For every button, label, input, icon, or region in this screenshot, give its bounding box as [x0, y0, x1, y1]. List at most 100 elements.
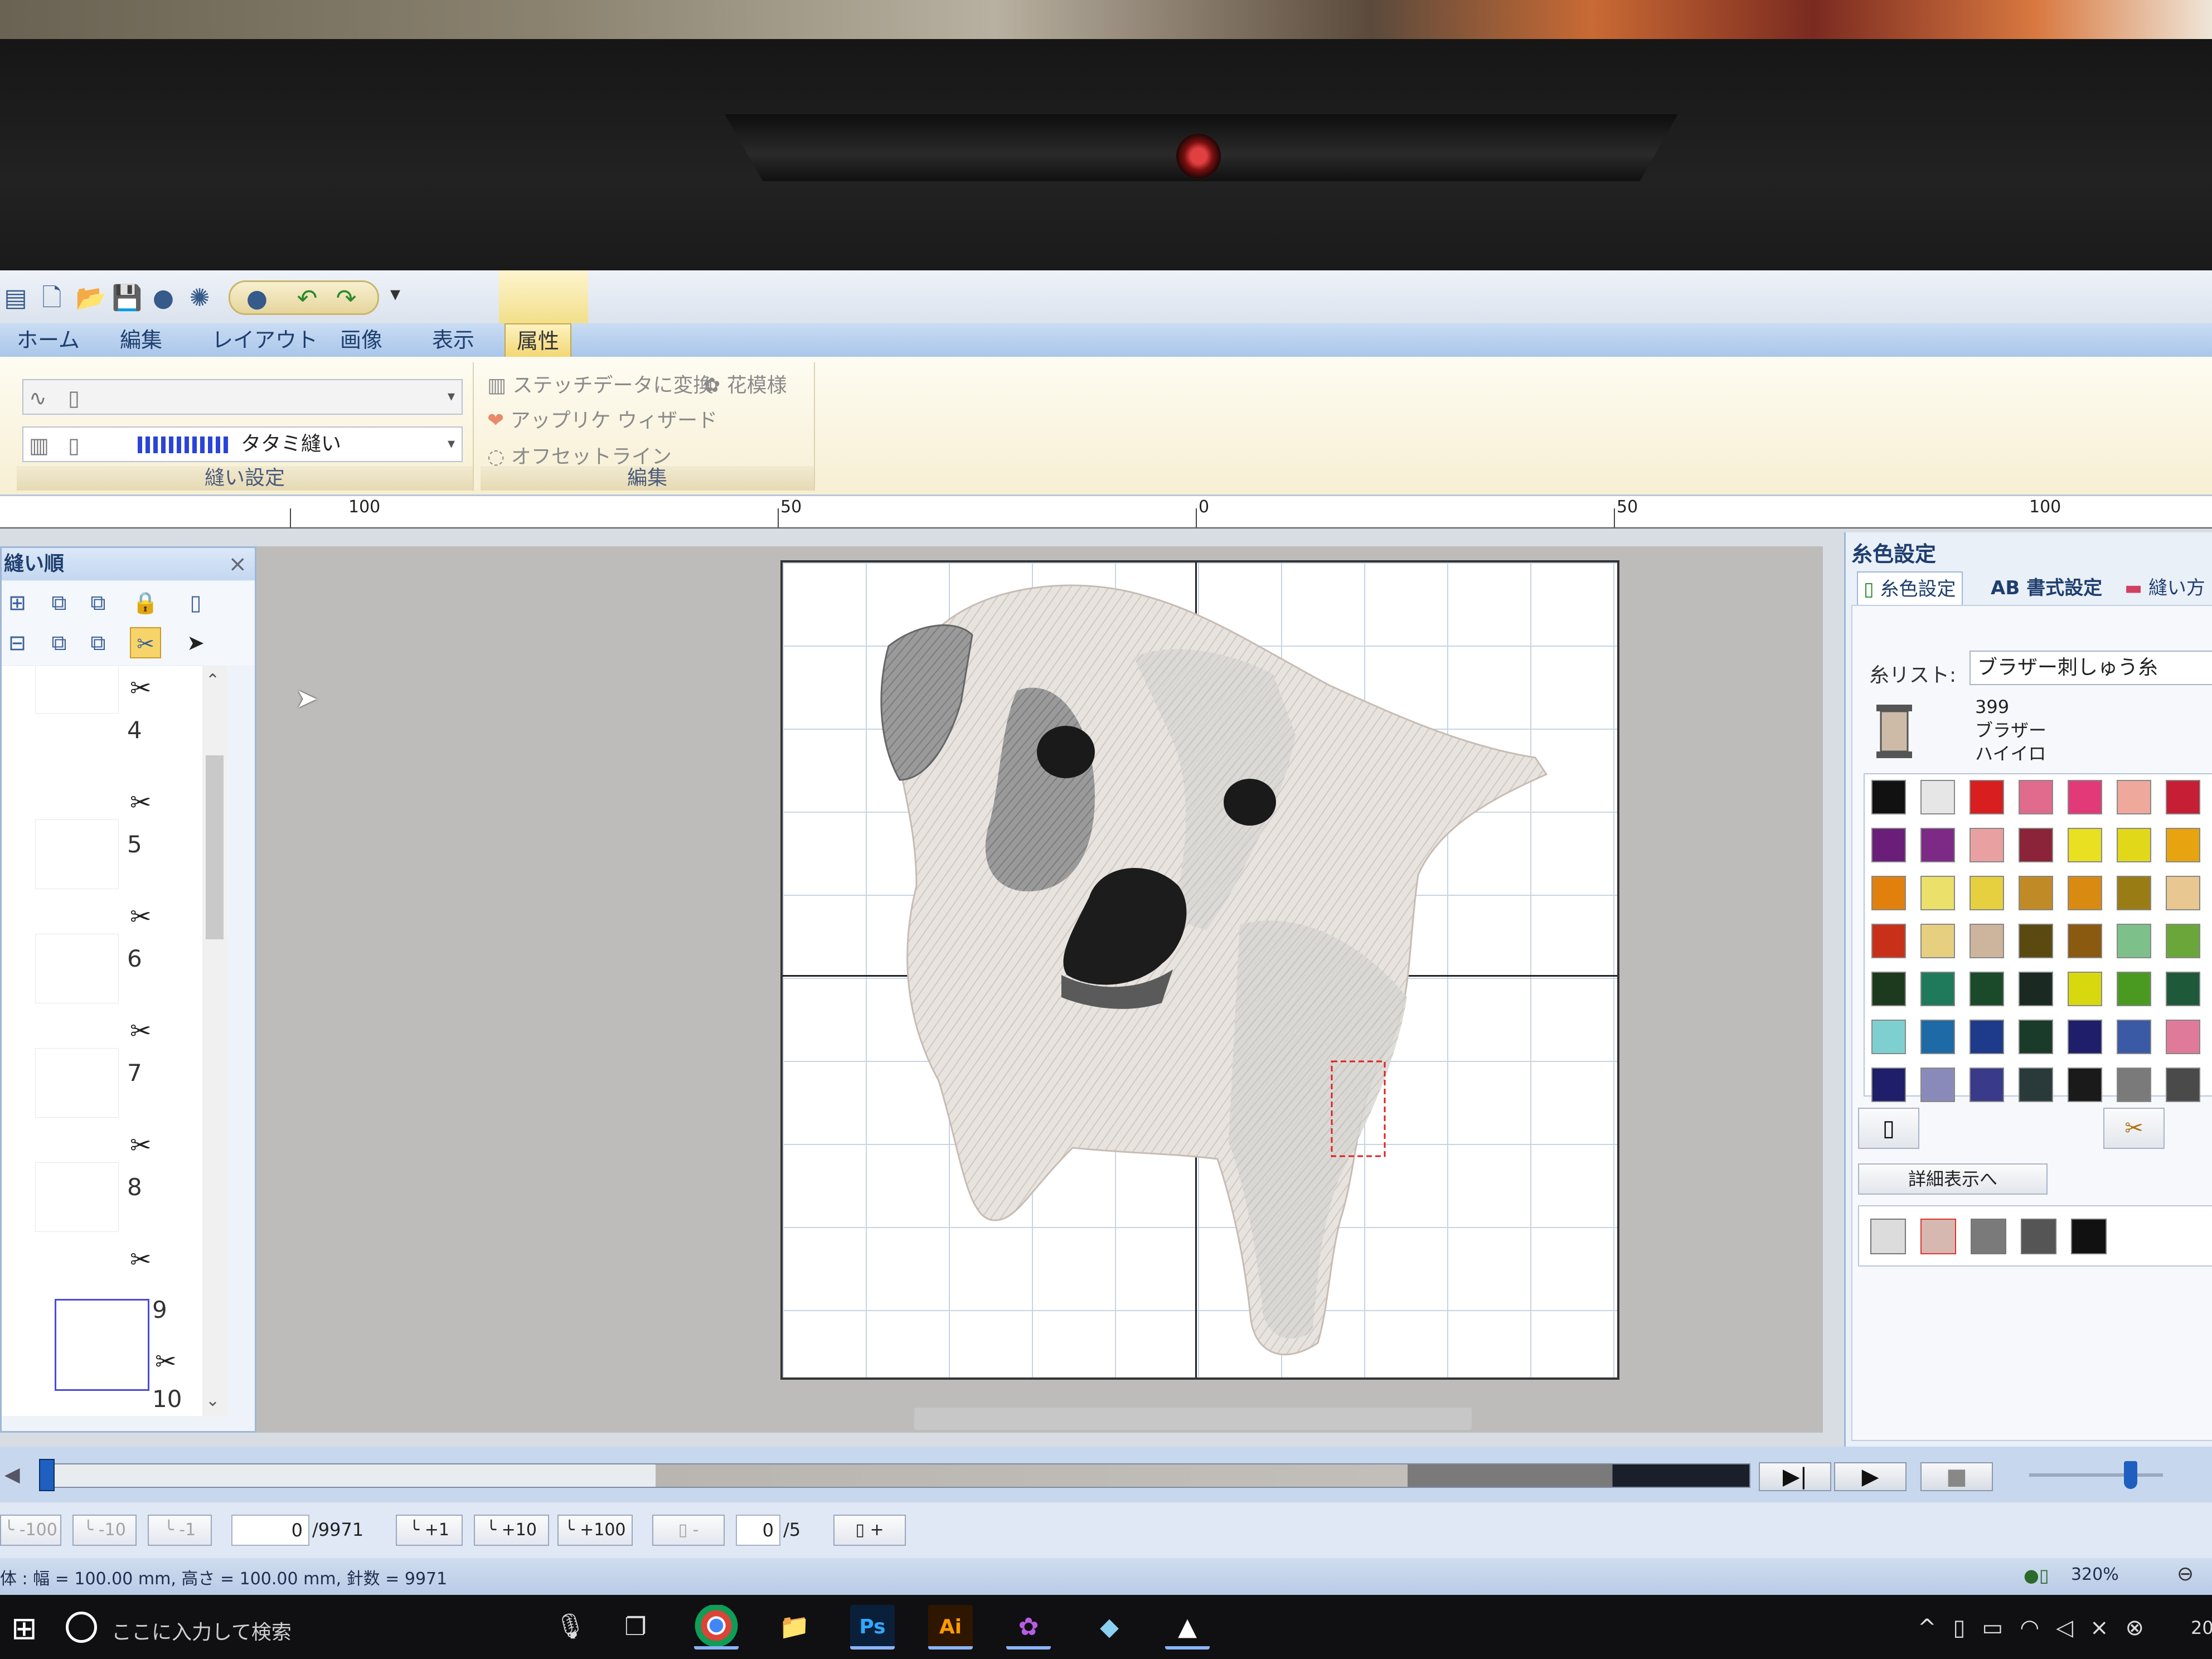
list-item[interactable]: ✂ 7 [2, 1009, 202, 1123]
chevron-left-icon[interactable]: ◀ [4, 1463, 20, 1486]
eraser-app-icon[interactable]: ◆ [1087, 1605, 1132, 1650]
thread-color-swatch[interactable] [1871, 924, 1906, 958]
tab-text-format[interactable]: AB 書式設定 [1991, 571, 2102, 605]
zoom-out-icon[interactable]: ⊖ [2177, 1563, 2194, 1585]
undo-icon[interactable]: ↶ [292, 283, 323, 314]
play-button[interactable]: ▶ [1834, 1462, 1907, 1491]
new-file-icon[interactable]: 🗋 [36, 283, 67, 314]
thread-color-swatch[interactable] [2166, 1068, 2200, 1102]
thread-color-swatch[interactable] [2068, 828, 2102, 862]
merge-icon[interactable]: ⧉ [43, 627, 75, 658]
tab-home[interactable]: ホーム [6, 323, 91, 357]
thread-color-swatch[interactable] [1920, 828, 1955, 862]
thread-color-swatch[interactable] [1920, 876, 1955, 910]
thread-color-swatch[interactable] [2117, 924, 2151, 958]
current-color-field[interactable]: 0 [736, 1515, 780, 1546]
thread-color-swatch[interactable] [1920, 924, 1955, 958]
thread-color-swatch[interactable] [1871, 1020, 1906, 1054]
thread-color-swatch[interactable] [2068, 972, 2102, 1006]
used-color-swatch[interactable] [1971, 1219, 2006, 1254]
thread-color-swatch[interactable] [2019, 780, 2053, 814]
thread-color-swatch[interactable] [2019, 972, 2053, 1006]
list-item[interactable]: ✂ 4 [2, 666, 202, 780]
view-toggle-icon[interactable]: ⊞ [2, 587, 33, 618]
tab-thread-color[interactable]: ▯ 糸色設定 [1857, 571, 1963, 605]
thread-color-swatch[interactable] [2166, 780, 2200, 814]
thread-color-swatch[interactable] [1970, 924, 2004, 958]
embroidery-app-icon[interactable]: ✿ [1006, 1605, 1051, 1650]
thread-color-swatch[interactable] [1871, 780, 1906, 814]
thread-color-swatch[interactable] [2019, 924, 2053, 958]
microphone-icon[interactable]: 🎙 [555, 1612, 586, 1641]
embroidery-hoop[interactable] [780, 560, 1619, 1380]
tab-sew-method[interactable]: ▬ 縫い方 [2124, 571, 2205, 605]
thread-color-swatch[interactable] [2117, 1020, 2151, 1054]
thread-color-swatch[interactable] [2166, 972, 2200, 1006]
task-view-icon[interactable]: ❐ [613, 1605, 658, 1650]
windows-start-icon[interactable]: ⊞ [11, 1611, 37, 1647]
photoshop-icon[interactable]: Ps [850, 1605, 895, 1650]
stitch-minus-10-button[interactable]: ╰ -10 [72, 1515, 137, 1546]
thread-color-swatch[interactable] [2117, 780, 2151, 814]
thread-color-swatch[interactable] [2019, 876, 2053, 910]
fill-sew-type-select[interactable]: ▥ ▯ タタミ縫い ▾ [22, 426, 463, 462]
speed-slider-track[interactable] [2029, 1473, 2163, 1477]
thread-color-swatch[interactable] [1970, 828, 2004, 862]
thread-color-swatch[interactable] [2068, 1020, 2102, 1054]
group-icon[interactable]: ⊟ [2, 627, 33, 658]
preview-icon[interactable]: ● [241, 283, 273, 314]
thread-color-swatch[interactable] [2019, 828, 2053, 862]
thread-color-swatch[interactable] [1920, 1020, 1955, 1054]
list-item[interactable]: ✂ 8 [2, 1123, 202, 1238]
stitch-progress-track[interactable] [39, 1463, 1750, 1488]
thread-color-swatch[interactable] [2166, 828, 2200, 862]
zoom-fit-icon[interactable]: ●▯ [2024, 1565, 2049, 1586]
thread-color-swatch[interactable] [2117, 828, 2151, 862]
cortana-icon[interactable] [66, 1612, 97, 1643]
thread-color-swatch[interactable] [1970, 1068, 2004, 1102]
current-stitch-field[interactable]: 0 [231, 1515, 309, 1546]
scissors-heart-button[interactable]: ✂ [2103, 1108, 2165, 1149]
lock-icon[interactable]: 🔒 [130, 587, 161, 618]
list-item[interactable]: ✂ 9 [2, 1238, 202, 1391]
dog-embroidery-design[interactable] [783, 562, 1619, 1380]
thread-color-swatch[interactable] [2117, 972, 2151, 1006]
color-plus-button[interactable]: ▯ + [833, 1515, 906, 1546]
thread-color-swatch[interactable] [1920, 1068, 1955, 1102]
thread-color-swatch[interactable] [2117, 1068, 2151, 1102]
stitch-plus-10-button[interactable]: ╰ +10 [474, 1515, 549, 1546]
offset-line-button[interactable]: ◌ オフセットライン [487, 440, 672, 469]
photos-app-icon[interactable]: ▲ [1165, 1605, 1210, 1650]
tab-edit[interactable]: 編集 [109, 323, 173, 357]
used-color-swatch[interactable] [1870, 1219, 1906, 1254]
skip-end-button[interactable]: ▶| [1759, 1462, 1831, 1491]
used-color-swatch[interactable] [1920, 1219, 1956, 1254]
spool-button[interactable]: ▯ [1858, 1108, 1919, 1149]
embroidery-send-icon[interactable]: ● [148, 283, 179, 314]
color-minus-button[interactable]: ▯ - [652, 1515, 725, 1546]
thread-color-swatch[interactable] [1871, 972, 1906, 1006]
thread-color-swatch[interactable] [1970, 876, 2004, 910]
scissors-icon[interactable]: ✂ [130, 627, 161, 658]
thread-color-swatch[interactable] [1871, 1068, 1906, 1102]
stop-button[interactable]: ■ [1920, 1462, 1993, 1491]
speed-slider-handle[interactable] [2124, 1461, 2137, 1489]
list-item[interactable]: ✂ 6 [2, 895, 202, 1009]
thread-color-swatch[interactable] [2019, 1068, 2053, 1102]
stitch-plus-1-button[interactable]: ╰ +1 [396, 1515, 463, 1546]
applique-wizard-button[interactable]: ❤ アップリケ ウィザード [487, 404, 717, 433]
tab-layout[interactable]: レイアウト [201, 323, 329, 357]
pointer-icon[interactable]: ➤ [180, 627, 211, 658]
line-sew-type-select[interactable]: ∿ ▯ ▾ [22, 379, 463, 415]
thread-color-swatch[interactable] [1871, 876, 1906, 910]
thread-color-swatch[interactable] [1920, 972, 1955, 1006]
detail-view-button[interactable]: 詳細表示へ [1858, 1163, 2048, 1195]
thread-color-swatch[interactable] [2068, 876, 2102, 910]
tab-view[interactable]: 表示 [421, 323, 486, 357]
file-explorer-icon[interactable]: 📁 [772, 1605, 817, 1650]
thread-color-swatch[interactable] [1871, 828, 1906, 862]
thread-color-swatch[interactable] [2068, 924, 2102, 958]
thread-color-swatch[interactable] [1920, 780, 1955, 814]
move-backward-icon[interactable]: ⧉ [83, 587, 114, 618]
sew-order-scrollbar[interactable]: ⌃ ⌄ [202, 666, 227, 1416]
